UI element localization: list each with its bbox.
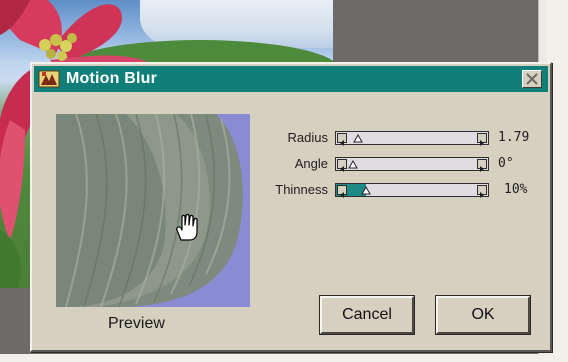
thinness-slider[interactable] [335,183,489,198]
thinness-slider-thumb[interactable] [361,185,371,195]
hand-cursor-icon [176,213,198,241]
radius-decrement-button[interactable] [337,133,347,146]
thinness-label: Thinness [275,182,328,197]
thinness-increment-button[interactable] [477,185,487,198]
angle-slider-thumb[interactable] [348,159,358,169]
preview-content [56,114,250,307]
preview-label: Preview [108,315,165,332]
radius-slider-thumb[interactable] [353,133,363,143]
close-button[interactable] [522,70,542,88]
radius-increment-button[interactable] [477,133,487,146]
ok-button[interactable]: OK [435,295,531,335]
angle-slider[interactable] [335,157,489,172]
thinness-decrement-button[interactable] [337,185,347,198]
radius-value: 1.79 [498,130,530,145]
angle-decrement-button[interactable] [337,159,347,172]
angle-increment-button[interactable] [477,159,487,172]
close-icon [526,73,538,85]
motion-blur-dialog: Motion Blur Preview Radius 1.79 Angle 0°… [30,62,552,352]
radius-slider[interactable] [335,131,489,146]
dialog-titlebar[interactable]: Motion Blur [34,66,548,92]
radius-label: Radius [287,130,328,145]
dialog-title: Motion Blur [66,70,158,87]
filter-app-icon [38,69,60,89]
preview-image[interactable] [56,114,250,307]
cancel-button[interactable]: Cancel [319,295,415,335]
thinness-value: 10% [504,182,528,197]
angle-label: Angle [294,156,328,171]
angle-value: 0° [498,156,514,171]
